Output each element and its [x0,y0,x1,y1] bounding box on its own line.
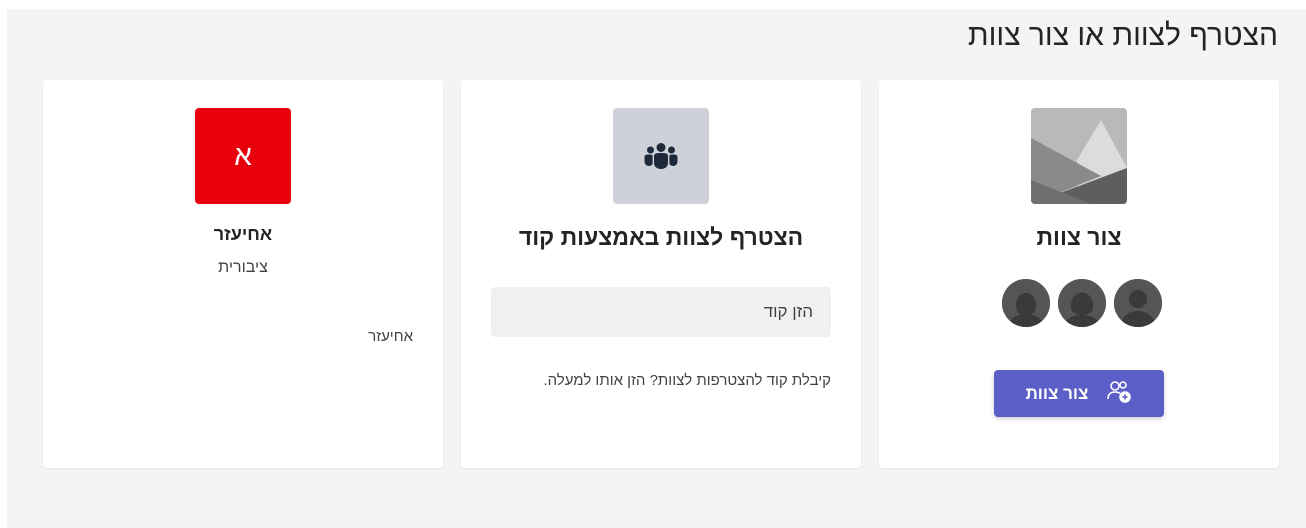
join-or-create-page: הצטרף לצוות או צור צוות צור צוות צור צוו… [7,9,1306,528]
join-with-code-title: הצטרף לצוות באמצעות קוד [518,224,804,250]
team-code-input[interactable] [491,287,831,337]
join-with-code-card: הצטרף לצוות באמצעות קוד קיבלת קוד להצטרפ… [461,80,861,468]
team-description: אחיעזר [368,328,413,345]
team-initial: א [234,140,252,171]
create-team-title: צור צוות [1036,224,1122,250]
team-name: אחיעזר [213,224,273,244]
create-team-button[interactable]: צור צוות [994,370,1164,417]
avatar [1057,278,1107,328]
people-add-icon [1106,378,1132,409]
avatar [1001,278,1051,328]
page-title: הצטרף לצוות או צור צוות [967,19,1278,52]
create-team-button-label: צור צוות [1025,383,1089,403]
people-team-icon [613,108,709,204]
image-placeholder-icon [1031,108,1127,204]
create-team-card: צור צוות צור צוות [879,80,1279,468]
team-avatar: א [195,108,291,204]
team-privacy: ציבורית [218,259,268,276]
public-team-card[interactable]: א אחיעזר ציבורית אחיעזר [43,80,443,468]
avatar-group [1001,278,1167,328]
join-code-hint: קיבלת קוד להצטרפות לצוות? הזן אותו למעלה… [543,372,831,389]
avatar [1113,278,1163,328]
